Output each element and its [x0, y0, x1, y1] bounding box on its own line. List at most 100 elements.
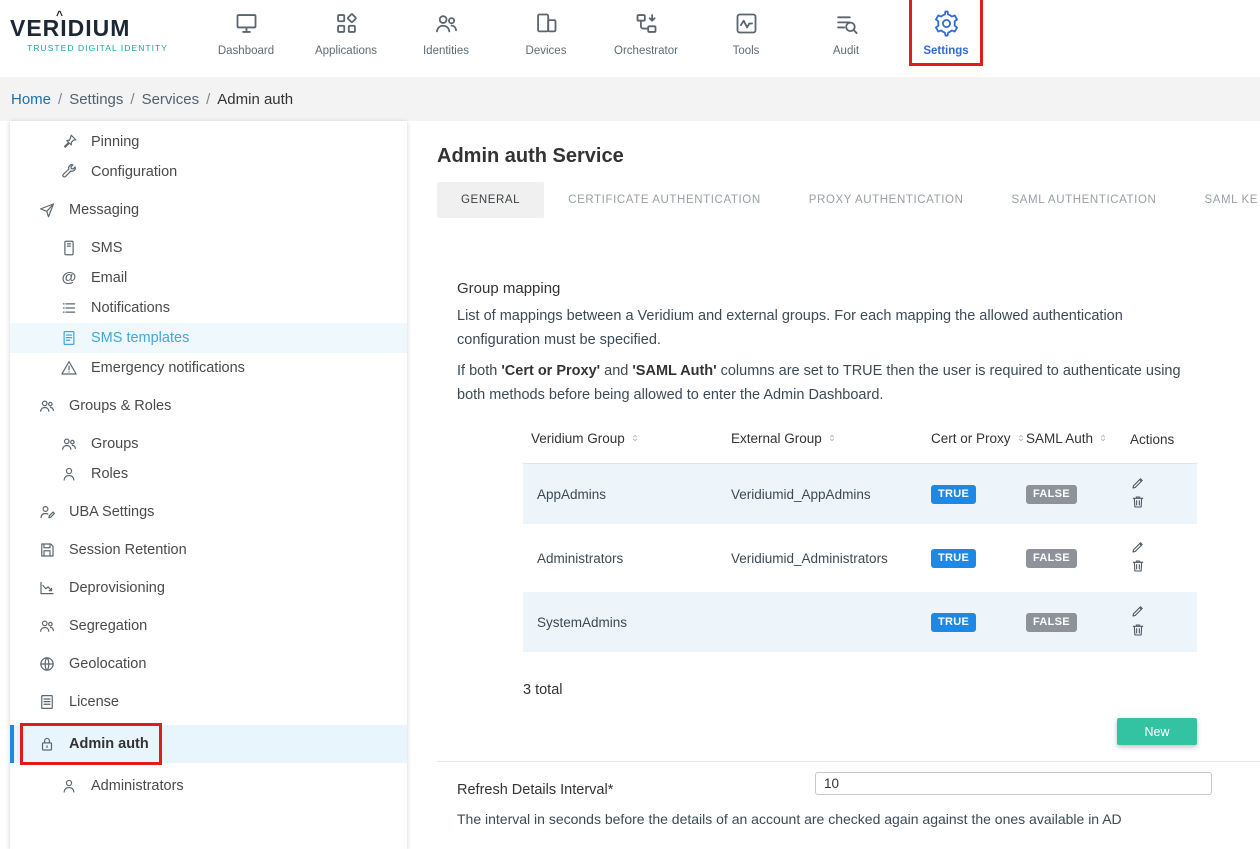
new-button[interactable]: New [1117, 718, 1197, 745]
refresh-interval-input[interactable] [815, 772, 1212, 795]
devices-icon [533, 10, 560, 37]
sidebar-item-groups[interactable]: Groups [10, 429, 407, 459]
people-icon [38, 617, 56, 635]
top-nav: Dashboard ApplicationsIdentities Devices Or… [196, 0, 996, 57]
edit-button[interactable] [1130, 539, 1146, 555]
sort-icon[interactable] [1016, 432, 1026, 447]
nav-item-settings[interactable]: Settings [896, 0, 996, 57]
sidebar-item-label: Configuration [91, 164, 177, 180]
main-content: Admin auth Service GENERALCERTIFICATE AU… [437, 121, 1260, 849]
cell-veridium-group: Administrators [523, 526, 723, 590]
refresh-interval-help: The interval in seconds before the detai… [457, 811, 1207, 827]
nav-item-dashboard[interactable]: Dashboard [196, 0, 296, 57]
group-mapping-description-1: List of mappings between a Veridium and … [457, 304, 1197, 352]
sidebar-item-geolocation[interactable]: Geolocation [10, 649, 407, 679]
nav-item-label: Orchestrator [614, 45, 678, 57]
breadcrumb-item-settings[interactable]: Settings [69, 91, 123, 108]
sidebar-item-label: Session Retention [69, 542, 187, 558]
nav-item-label: Audit [833, 45, 859, 57]
sidebar-item-roles[interactable]: Roles [10, 459, 407, 489]
veridium-logo: VERIDIUM ^ TRUSTED DIGITAL IDENTITY [10, 15, 168, 53]
cert-or-proxy-badge: TRUE [931, 549, 976, 568]
column-header-saml-auth[interactable]: SAML Auth [1018, 421, 1122, 464]
group-mapping-section: Group mapping List of mappings between a… [437, 280, 1197, 745]
sidebar-item-license[interactable]: License [10, 687, 407, 717]
nav-item-label: Dashboard [218, 45, 274, 57]
nav-item-audit[interactable]: Audit [796, 0, 896, 57]
refresh-interval-label: Refresh Details Interval* [457, 782, 613, 798]
sidebar-item-label: Admin auth [69, 736, 149, 752]
breadcrumb-item-services[interactable]: Services [142, 91, 200, 108]
sidebar-item-messaging[interactable]: Messaging [10, 195, 407, 225]
cell-actions [1122, 526, 1197, 590]
grid-icon [333, 10, 360, 37]
column-header-external-group[interactable]: External Group [723, 421, 923, 464]
tab-saml-ke[interactable]: SAML KE [1180, 182, 1260, 218]
tab-general[interactable]: GENERAL [437, 182, 544, 218]
breadcrumb-bar: Home/Settings/Services/Admin auth [0, 77, 1260, 121]
sidebar-item-uba-settings[interactable]: UBA Settings [10, 497, 407, 527]
sidebar-item-admin-auth[interactable]: Admin auth [10, 725, 407, 763]
cell-external-group: Veridiumid_AppAdmins [723, 464, 923, 527]
sidebar-item-label: Notifications [91, 300, 170, 316]
sidebar-item-notifications[interactable]: Notifications [10, 293, 407, 323]
sidebar-item-administrators[interactable]: Administrators [10, 771, 407, 801]
sidebar-item-sms[interactable]: SMS [10, 233, 407, 263]
breadcrumb: Home/Settings/Services/Admin auth [11, 91, 293, 108]
sidebar-item-session-retention[interactable]: Session Retention [10, 535, 407, 565]
table-row: SystemAdminsTRUEFALSE [523, 590, 1197, 654]
sidebar-item-groups-roles[interactable]: Groups & Roles [10, 391, 407, 421]
edit-button[interactable] [1130, 475, 1146, 491]
phone-icon [60, 239, 78, 257]
logo-tagline: TRUSTED DIGITAL IDENTITY [10, 43, 168, 53]
sidebar-item-label: Segregation [69, 618, 147, 634]
breadcrumb-separator: / [58, 91, 62, 108]
sidebar-item-configuration[interactable]: Configuration [10, 157, 407, 187]
sidebar-item-emergency-notifications[interactable]: Emergency notifications [10, 353, 407, 383]
breadcrumb-item-home[interactable]: Home [11, 91, 51, 108]
delete-button[interactable] [1130, 622, 1146, 638]
tab-proxy-authentication[interactable]: PROXY AUTHENTICATION [785, 182, 988, 218]
description-text: and [600, 363, 632, 379]
sidebar-item-email[interactable]: @Email [10, 263, 407, 293]
sort-icon[interactable] [630, 432, 640, 447]
sidebar-item-pinning[interactable]: Pinning [10, 127, 407, 157]
person-icon [60, 777, 78, 795]
nav-item-label: Devices [526, 45, 567, 57]
nav-item-applications[interactable]: Applications [296, 0, 396, 57]
flow-icon [633, 10, 660, 37]
nav-item-orchestrator[interactable]: Orchestrator [596, 0, 696, 57]
sort-icon[interactable] [827, 432, 837, 447]
column-header-cert-or-proxy[interactable]: Cert or Proxy [923, 421, 1018, 464]
tab-certificate-authentication[interactable]: CERTIFICATE AUTHENTICATION [544, 182, 785, 218]
lock-icon [38, 735, 56, 753]
sidebar: Pinning Configuration Messaging SMS@Email No… [10, 121, 407, 849]
warning-icon [60, 359, 78, 377]
nav-item-identities[interactable]: Identities [396, 0, 496, 57]
person-icon [60, 465, 78, 483]
nav-item-devices[interactable]: Devices [496, 0, 596, 57]
gear-icon [933, 10, 960, 37]
edit-button[interactable] [1130, 603, 1146, 619]
sidebar-item-label: Emergency notifications [91, 360, 245, 376]
description-bold: 'SAML Auth' [632, 363, 716, 379]
cell-actions [1122, 590, 1197, 654]
refresh-interval-section: Refresh Details Interval* The interval i… [437, 762, 1260, 827]
sidebar-item-segregation[interactable]: Segregation [10, 611, 407, 641]
cell-cert-or-proxy: TRUE [923, 526, 1018, 590]
list-icon [60, 299, 78, 317]
top-bar: VERIDIUM ^ TRUSTED DIGITAL IDENTITY Dash… [0, 0, 1260, 77]
globe-icon [38, 655, 56, 673]
sort-icon[interactable] [1098, 432, 1108, 447]
delete-button[interactable] [1130, 494, 1146, 510]
sidebar-item-deprovisioning[interactable]: Deprovisioning [10, 573, 407, 603]
cell-saml-auth: FALSE [1018, 590, 1122, 654]
tab-saml-authentication[interactable]: SAML AUTHENTICATION [987, 182, 1180, 218]
breadcrumb-separator: / [206, 91, 210, 108]
group-mapping-description-2: If both 'Cert or Proxy' and 'SAML Auth' … [457, 359, 1197, 407]
column-header-veridium-group[interactable]: Veridium Group [523, 421, 723, 464]
sidebar-nav: Pinning Configuration Messaging SMS@Email No… [10, 121, 407, 801]
nav-item-tools[interactable]: Tools [696, 0, 796, 57]
delete-button[interactable] [1130, 558, 1146, 574]
sidebar-item-sms-templates[interactable]: SMS templates [10, 323, 407, 353]
